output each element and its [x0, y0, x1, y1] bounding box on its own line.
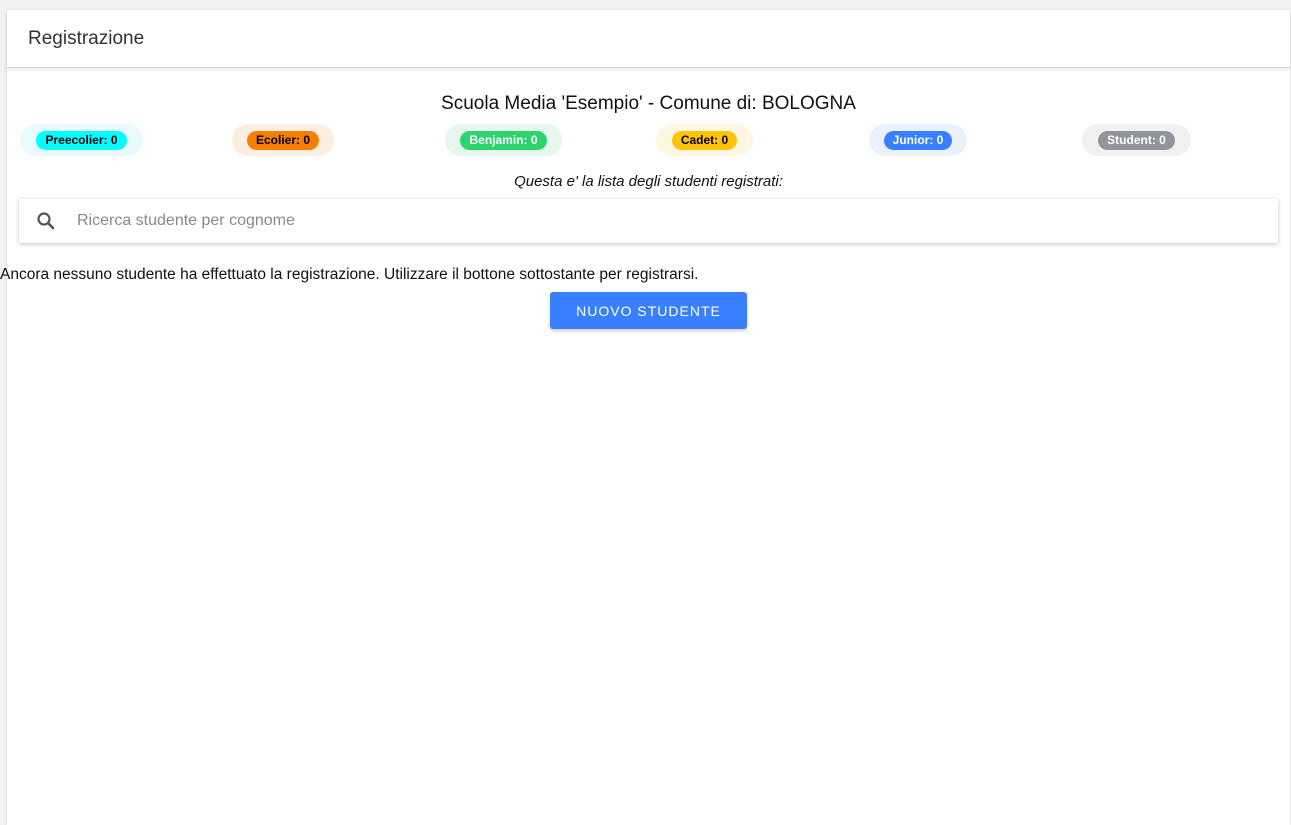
- chip-wrap-junior: Junior: 0: [869, 124, 967, 156]
- chip-junior[interactable]: Junior: 0: [883, 130, 953, 150]
- chip-student[interactable]: Student: 0: [1098, 130, 1175, 150]
- chip-wrap-cadet: Cadet: 0: [656, 124, 753, 156]
- chip-wrap-ecolier: Ecolier: 0: [232, 124, 334, 156]
- school-title: Scuola Media 'Esempio' - Comune di: BOLO…: [441, 93, 856, 114]
- chip-benjamin[interactable]: Benjamin: 0: [460, 130, 547, 150]
- chip-ecolier[interactable]: Ecolier: 0: [246, 130, 320, 150]
- toolbar-title: Registrazione: [28, 27, 145, 49]
- category-chips: Preecolier: 0 Ecolier: 0 Benjamin: 0 Cad…: [7, 122, 1290, 158]
- search-input[interactable]: [75, 205, 1278, 237]
- search-icon: [37, 212, 55, 230]
- registration-card: Registrazione Scuola Media 'Esempio' - C…: [0, 10, 1290, 825]
- list-caption: Questa e' la lista degli studenti regist…: [514, 173, 783, 190]
- chip-wrap-student: Student: 0: [1082, 124, 1191, 156]
- search-bar[interactable]: [19, 199, 1278, 243]
- chip-preecolier[interactable]: Preecolier: 0: [36, 130, 127, 150]
- empty-list-message: Ancora nessuno studente ha effettuato la…: [0, 266, 699, 283]
- new-student-button[interactable]: NUOVO STUDENTE: [550, 292, 747, 329]
- toolbar: Registrazione: [7, 10, 1290, 68]
- chip-wrap-benjamin: Benjamin: 0: [445, 124, 562, 156]
- chip-cadet[interactable]: Cadet: 0: [671, 130, 738, 150]
- chip-wrap-preecolier: Preecolier: 0: [20, 124, 143, 156]
